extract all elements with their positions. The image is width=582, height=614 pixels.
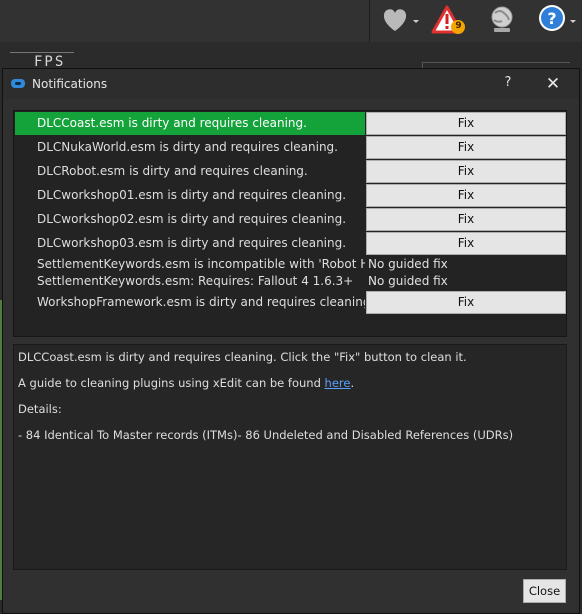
details-records: - 84 Identical To Master records (ITMs)-… bbox=[18, 428, 514, 442]
notification-details: DLCCoast.esm is dirty and requires clean… bbox=[13, 344, 567, 570]
close-dialog-button[interactable]: ✕ bbox=[540, 73, 566, 95]
notifications-dialog: Notifications ? ✕ DLCCoast.esm is dirty … bbox=[2, 68, 580, 614]
endorse-button[interactable] bbox=[378, 3, 420, 37]
list-item[interactable]: SettlementKeywords.esm is incompatible w… bbox=[15, 256, 566, 273]
help-circle-icon: ? bbox=[539, 5, 576, 31]
list-item[interactable]: DLCworkshop03.esm is dirty and requires … bbox=[15, 232, 566, 255]
notification-message: DLCworkshop02.esm is dirty and requires … bbox=[37, 212, 347, 226]
notification-message: DLCNukaWorld.esm is dirty and requires c… bbox=[37, 140, 338, 154]
notification-message: WorkshopFramework.esm is dirty and requi… bbox=[37, 295, 365, 309]
guide-link[interactable]: here bbox=[325, 376, 351, 390]
notification-message: DLCworkshop01.esm is dirty and requires … bbox=[37, 188, 347, 202]
details-guide-line: A guide to cleaning plugins using xEdit … bbox=[18, 376, 562, 390]
help-button[interactable]: ? bbox=[535, 3, 579, 37]
toolbar-separator bbox=[369, 0, 370, 42]
guide-suffix: . bbox=[350, 376, 355, 390]
update-check-button[interactable] bbox=[485, 3, 521, 37]
fix-button[interactable]: Fix bbox=[366, 232, 566, 255]
fix-button[interactable]: Fix bbox=[366, 291, 566, 314]
notification-list: DLCCoast.esm is dirty and requires clean… bbox=[13, 110, 567, 337]
app-icon bbox=[11, 79, 25, 88]
list-item[interactable]: WorkshopFramework.esm is dirty and requi… bbox=[15, 291, 566, 314]
fix-button[interactable]: Fix bbox=[366, 184, 566, 207]
fps-counter: FPS bbox=[10, 52, 74, 68]
no-guided-fix-label: No guided fix bbox=[368, 257, 448, 271]
notification-message: DLCRobot.esm is dirty and requires clean… bbox=[37, 164, 308, 178]
fix-button[interactable]: Fix bbox=[366, 112, 566, 135]
list-item[interactable]: DLCworkshop02.esm is dirty and requires … bbox=[15, 208, 566, 231]
list-item[interactable]: SettlementKeywords.esm: Requires: Fallou… bbox=[15, 273, 566, 290]
notification-message: SettlementKeywords.esm is incompatible w… bbox=[37, 257, 365, 271]
fix-button[interactable]: Fix bbox=[366, 160, 566, 183]
list-item[interactable]: DLCRobot.esm is dirty and requires clean… bbox=[15, 160, 566, 183]
fix-button[interactable]: Fix bbox=[366, 208, 566, 231]
context-help-button[interactable]: ? bbox=[500, 75, 516, 93]
notification-message: SettlementKeywords.esm: Requires: Fallou… bbox=[37, 274, 354, 288]
warning-icon bbox=[431, 5, 465, 34]
list-item[interactable]: DLCNukaWorld.esm is dirty and requires c… bbox=[15, 136, 566, 159]
details-summary: DLCCoast.esm is dirty and requires clean… bbox=[18, 350, 467, 364]
svg-text:?: ? bbox=[547, 9, 556, 28]
guide-text: A guide to cleaning plugins using xEdit … bbox=[18, 376, 325, 390]
main-toolbar: 9 ? bbox=[0, 0, 582, 42]
list-item[interactable]: DLCworkshop01.esm is dirty and requires … bbox=[15, 184, 566, 207]
notification-message: DLCCoast.esm is dirty and requires clean… bbox=[15, 112, 365, 135]
details-heading: Details: bbox=[18, 402, 62, 416]
close-button[interactable]: Close bbox=[523, 579, 566, 603]
fix-button[interactable]: Fix bbox=[366, 136, 566, 159]
dialog-title: Notifications bbox=[32, 77, 108, 91]
notification-message: DLCworkshop03.esm is dirty and requires … bbox=[37, 236, 347, 250]
globe-icon bbox=[491, 6, 513, 32]
list-item[interactable]: DLCCoast.esm is dirty and requires clean… bbox=[15, 112, 566, 135]
dialog-titlebar[interactable]: Notifications ? ✕ bbox=[3, 69, 579, 99]
notification-count-badge: 9 bbox=[455, 21, 462, 31]
heart-icon bbox=[383, 9, 419, 31]
no-guided-fix-label: No guided fix bbox=[368, 274, 448, 288]
notifications-button[interactable]: 9 bbox=[430, 3, 470, 37]
